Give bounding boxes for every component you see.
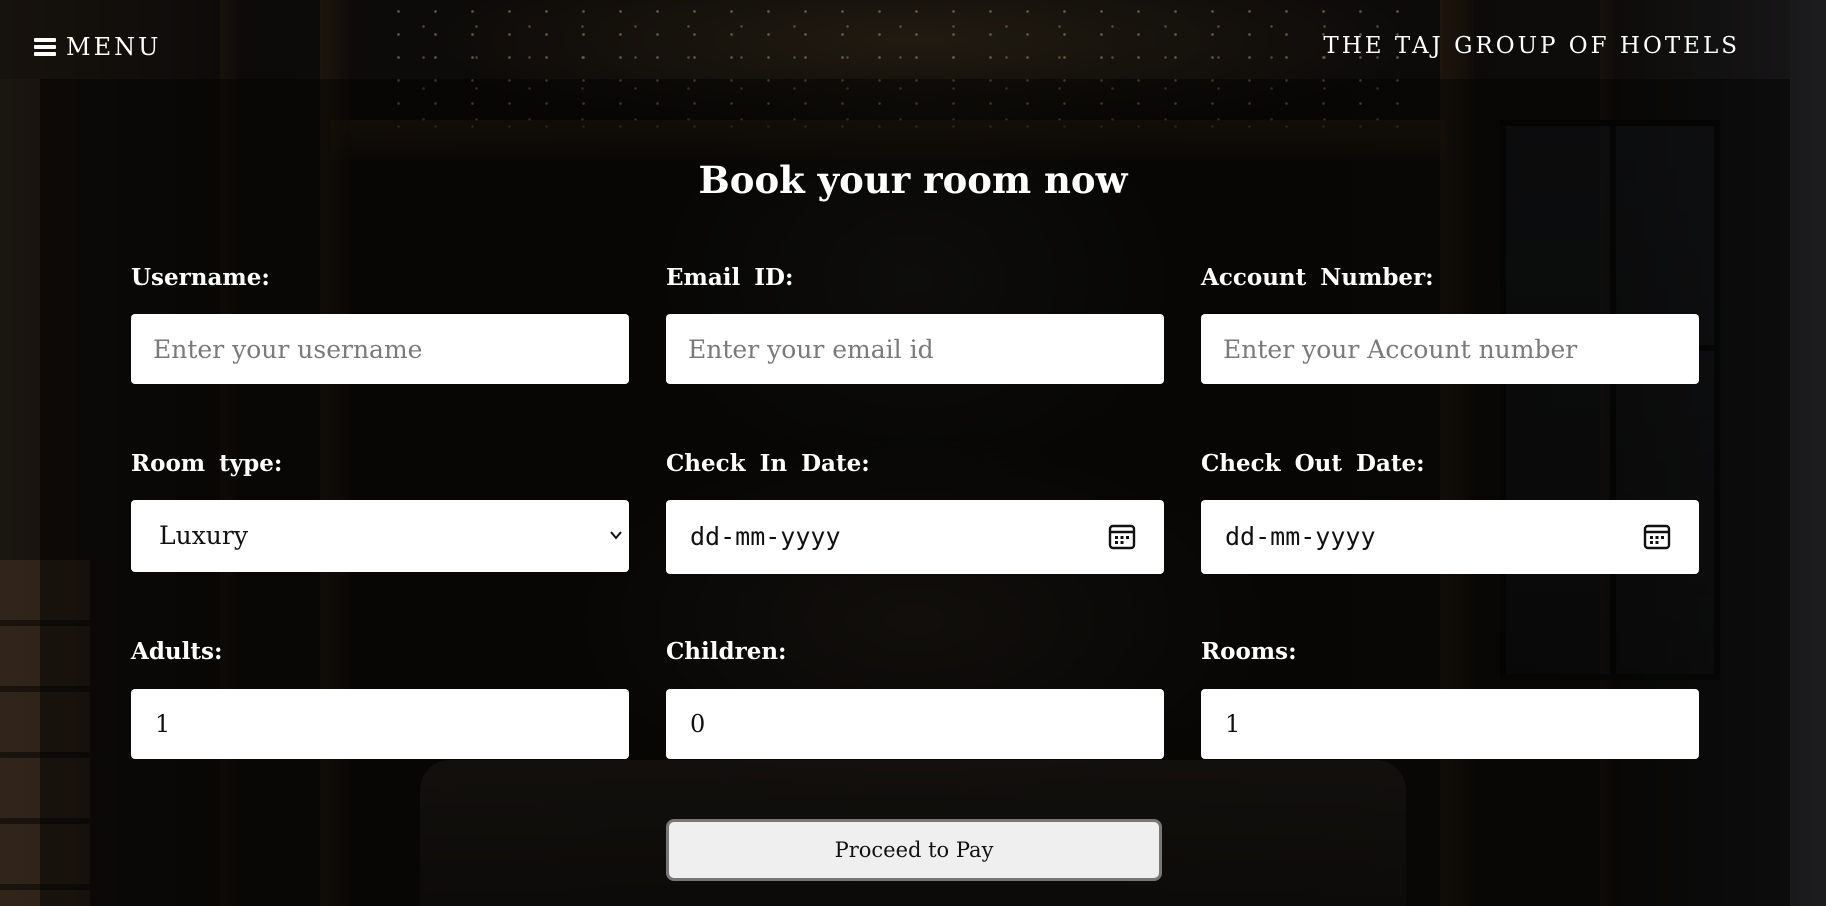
check-in-date-input[interactable]: dd-mm-yyyy (666, 500, 1164, 574)
adults-value: 1 (155, 710, 171, 738)
brand-title: THE TAJ GROUP OF HOTELS (1323, 33, 1740, 59)
room-type-label: Room type: (131, 450, 283, 477)
email-label: Email ID: (666, 264, 794, 291)
check-out-date-input[interactable]: dd-mm-yyyy (1201, 500, 1699, 574)
check-out-placeholder: dd-mm-yyyy (1225, 522, 1376, 551)
rooms-value: 1 (1225, 710, 1241, 738)
check-in-label: Check In Date: (666, 450, 870, 477)
proceed-to-pay-button[interactable]: Proceed to Pay (666, 819, 1162, 881)
account-number-input[interactable] (1201, 314, 1699, 384)
check-in-placeholder: dd-mm-yyyy (690, 522, 841, 551)
username-label: Username: (131, 264, 270, 291)
children-label: Children: (666, 638, 787, 665)
check-out-label: Check Out Date: (1201, 450, 1425, 477)
chevron-down-icon (610, 531, 622, 540)
children-input[interactable]: 0 (666, 689, 1164, 759)
adults-label: Adults: (131, 638, 223, 665)
adults-input[interactable]: 1 (131, 689, 629, 759)
children-value: 0 (690, 710, 706, 738)
username-input[interactable] (131, 314, 629, 384)
top-header: MENU THE TAJ GROUP OF HOTELS (0, 0, 1790, 79)
menu-button[interactable]: MENU (34, 33, 161, 61)
hamburger-menu-icon (34, 38, 56, 56)
rooms-label: Rooms: (1201, 638, 1297, 665)
rooms-input[interactable]: 1 (1201, 689, 1699, 759)
room-type-select[interactable]: Luxury (131, 500, 629, 572)
calendar-icon[interactable] (1108, 522, 1136, 550)
account-number-label: Account Number: (1201, 264, 1434, 291)
email-input[interactable] (666, 314, 1164, 384)
booking-form-panel (40, 79, 1790, 906)
calendar-icon[interactable] (1643, 522, 1671, 550)
form-title: Book your room now (698, 158, 1128, 202)
room-type-value: Luxury (159, 521, 248, 550)
menu-label: MENU (66, 33, 162, 61)
